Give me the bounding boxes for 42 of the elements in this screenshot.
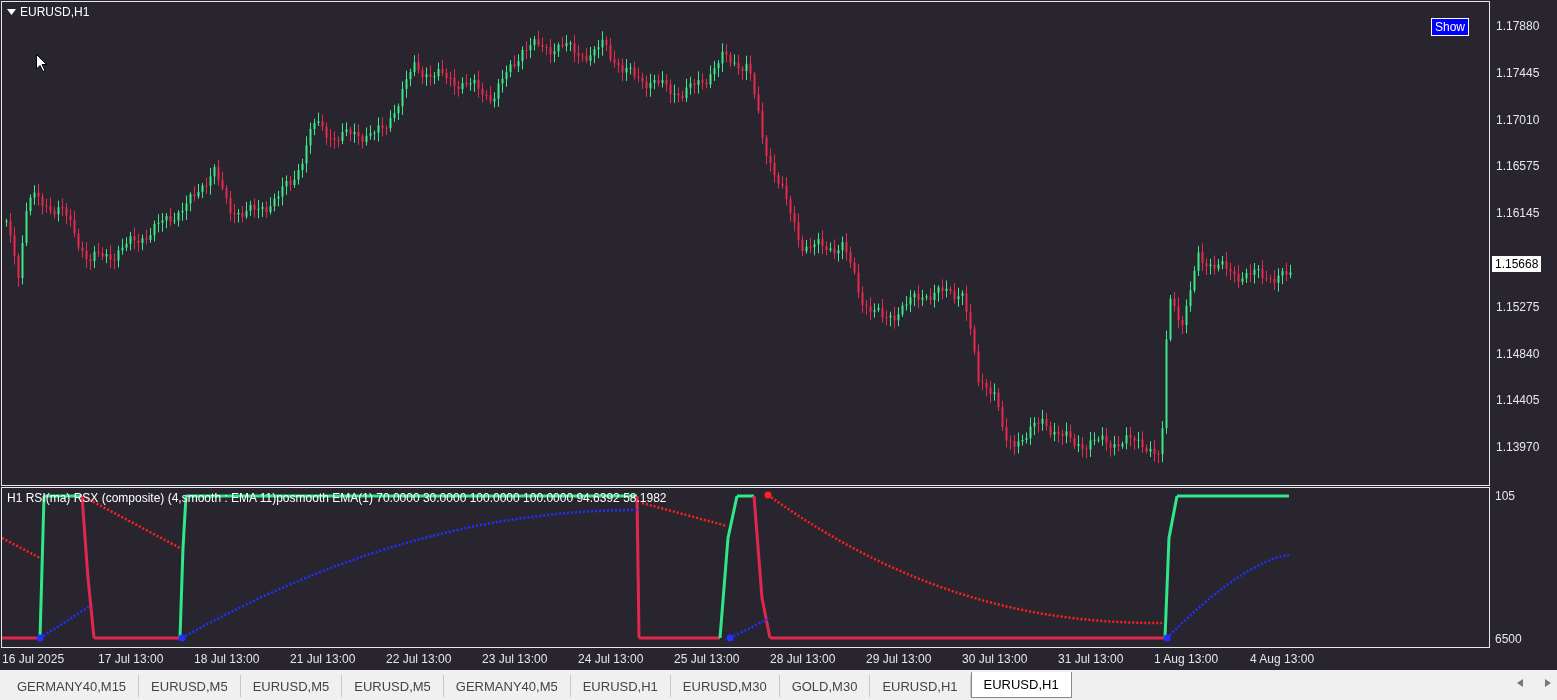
time-label: 29 Jul 13:00: [866, 652, 933, 666]
time-label: 24 Jul 13:00: [578, 652, 645, 666]
price-label: 1.17445: [1496, 64, 1540, 81]
mouse-cursor-icon: [36, 54, 48, 72]
price-label: 1.15275: [1496, 298, 1540, 315]
time-label: 4 Aug 13:00: [1250, 652, 1316, 666]
price-label: 1.14840: [1496, 345, 1540, 362]
time-label: 22 Jul 13:00: [386, 652, 453, 666]
price-label: 1.14405: [1496, 392, 1540, 409]
chart-tab[interactable]: EURUSD,M30: [670, 675, 780, 697]
time-label: 30 Jul 13:00: [962, 652, 1029, 666]
scroll-right-icon[interactable]: [1545, 679, 1551, 687]
chart-tab[interactable]: GERMANY40,M15: [5, 675, 140, 697]
time-label: 17 Jul 13:00: [98, 652, 165, 666]
scroll-left-icon[interactable]: [1517, 679, 1523, 687]
chart-tab[interactable]: EURUSD,H1: [870, 675, 971, 697]
time-label: 28 Jul 13:00: [770, 652, 837, 666]
dropdown-triangle-icon[interactable]: [7, 9, 16, 15]
time-label: 21 Jul 13:00: [290, 652, 357, 666]
indicator-axis-label: 105: [1495, 489, 1517, 503]
chart-tab[interactable]: EURUSD,H1: [570, 675, 671, 697]
current-price-label: 1.15668: [1492, 256, 1542, 272]
chart-tab[interactable]: EURUSD,M5: [342, 675, 444, 697]
chart-tab[interactable]: EURUSD,H1: [970, 672, 1072, 698]
show-button[interactable]: Show: [1431, 18, 1470, 36]
chart-tab[interactable]: EURUSD,M5: [240, 675, 343, 697]
chart-tab[interactable]: GERMANY40,M5: [443, 675, 571, 697]
chart-tab[interactable]: GOLD,M30: [779, 675, 871, 697]
chart-tab[interactable]: EURUSD,M5: [139, 675, 241, 697]
price-label: 1.13970: [1496, 439, 1540, 456]
time-label: 16 Jul 2025: [2, 652, 66, 666]
time-label: 25 Jul 13:00: [674, 652, 741, 666]
price-label: 1.16575: [1496, 158, 1540, 175]
time-label: 18 Jul 13:00: [194, 652, 261, 666]
indicator-axis-label: 6500: [1495, 632, 1523, 646]
chart-title: EURUSD,H1: [20, 5, 90, 19]
price-label: 1.16145: [1496, 205, 1540, 222]
time-label: 31 Jul 13:00: [1058, 652, 1125, 666]
price-label: 1.17010: [1496, 111, 1540, 128]
time-label: 1 Aug 13:00: [1154, 652, 1220, 666]
price-label: 1.17880: [1496, 18, 1540, 34]
time-label: 23 Jul 13:00: [482, 652, 549, 666]
